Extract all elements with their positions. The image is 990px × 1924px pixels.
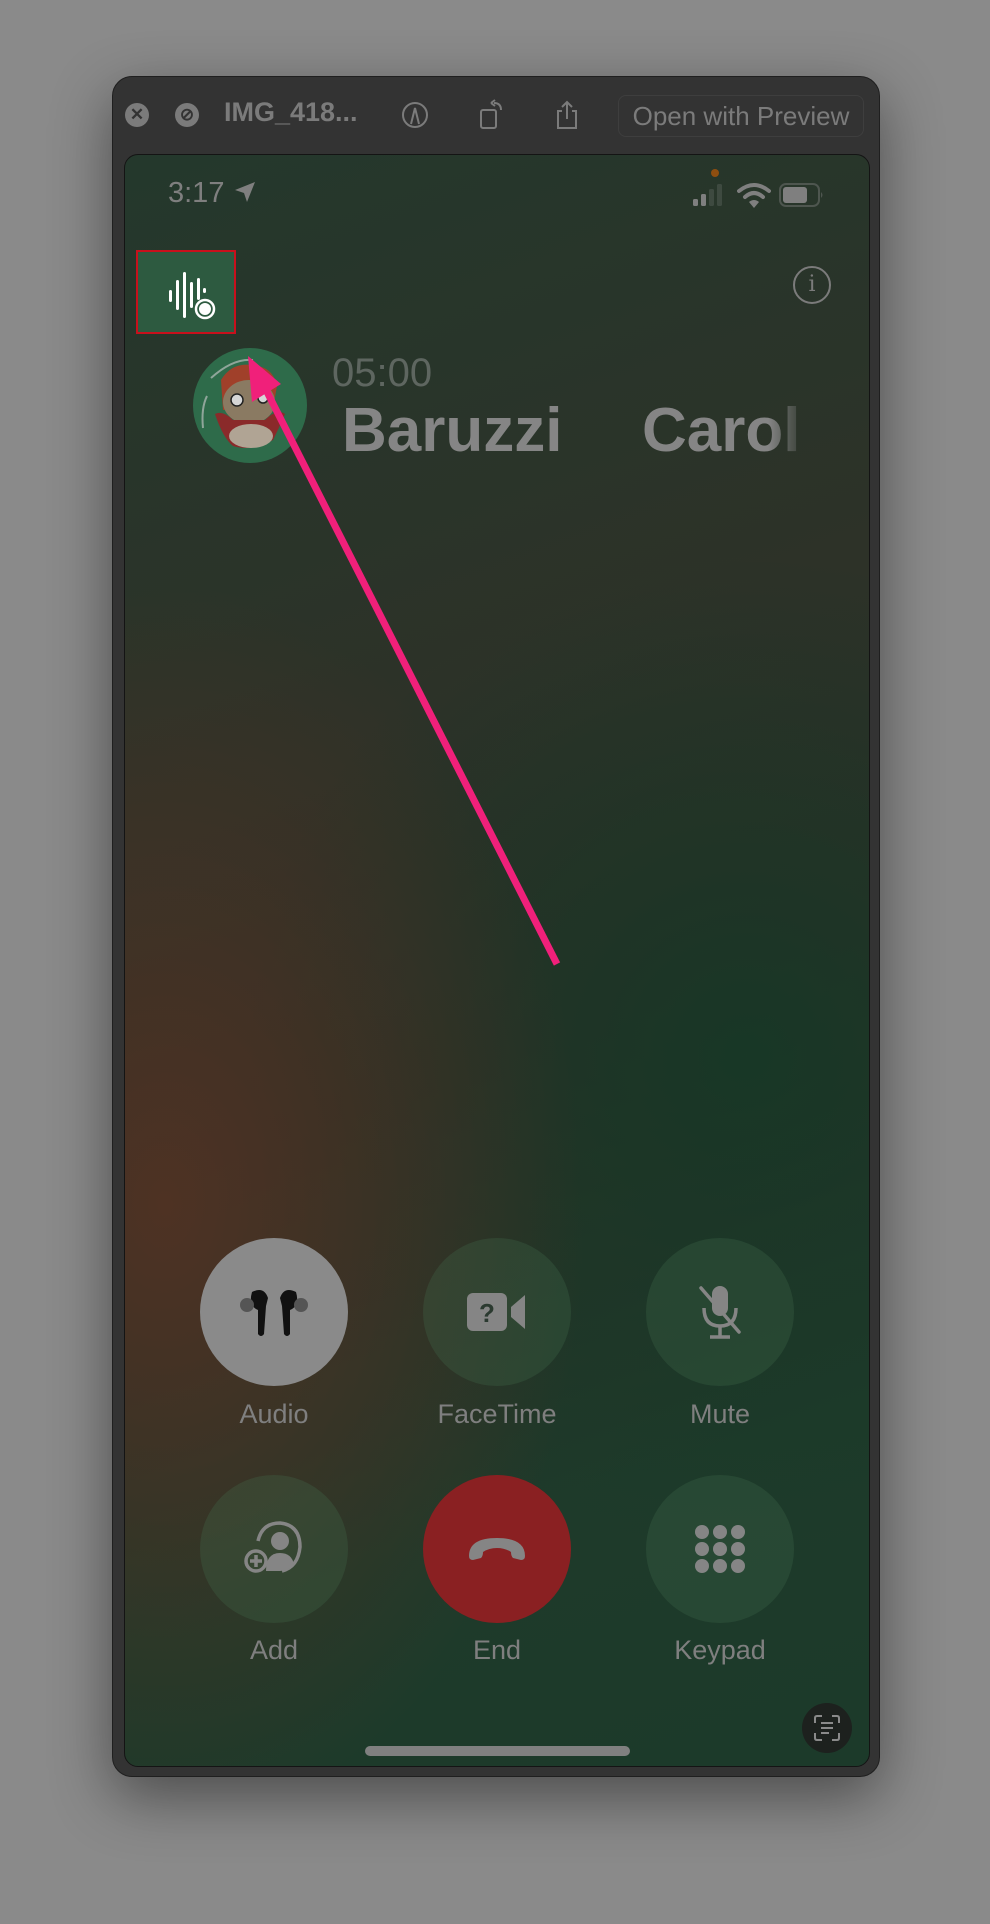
live-text-icon: [814, 1715, 840, 1741]
airpods-icon: [240, 1290, 308, 1336]
live-text-button[interactable]: [802, 1703, 852, 1753]
contact-avatar: [193, 348, 307, 463]
hide-button[interactable]: ⊘: [175, 103, 199, 127]
facetime-label: FaceTime: [437, 1399, 557, 1429]
keypad-icon: [695, 1525, 745, 1573]
wifi-icon: [737, 183, 771, 208]
quicklook-window: ✕ ⊘ IMG_418... Open with Preview 3:17 i …: [112, 76, 880, 1777]
call-duration: 05:00: [332, 351, 433, 395]
battery-icon: [779, 183, 823, 207]
phone-screenshot: 3:17 i 05:00 Baruzzi Carol Audio ? FaceT…: [124, 154, 870, 1767]
mute-label: Mute: [689, 1399, 751, 1429]
person-add-icon: [244, 1521, 302, 1573]
add-call-button[interactable]: [200, 1475, 348, 1623]
avatar-image: [201, 358, 285, 448]
title-bar: ✕ ⊘ IMG_418... Open with Preview: [113, 77, 879, 153]
mute-button[interactable]: [646, 1238, 794, 1386]
share-icon[interactable]: [551, 99, 583, 131]
mic-slash-icon: [699, 1286, 741, 1339]
facetime-button[interactable]: ?: [423, 1238, 571, 1386]
location-arrow-icon: [234, 182, 255, 202]
phone-down-icon: [469, 1538, 525, 1560]
end-label: End: [472, 1635, 522, 1665]
window-title: IMG_418...: [224, 97, 358, 127]
open-with-preview-button[interactable]: Open with Preview: [618, 95, 864, 137]
home-indicator[interactable]: [365, 1746, 630, 1756]
hide-icon: ⊘: [179, 105, 195, 124]
add-label: Add: [249, 1635, 299, 1665]
info-icon: i: [808, 272, 816, 297]
keypad-button[interactable]: [646, 1475, 794, 1623]
rotate-icon[interactable]: [475, 99, 507, 131]
keypad-label: Keypad: [674, 1635, 766, 1665]
contact-name-last: Carol: [642, 396, 801, 465]
svg-text:?: ?: [479, 1298, 495, 1328]
markup-icon[interactable]: [399, 99, 431, 131]
end-call-button[interactable]: [423, 1475, 571, 1623]
close-button[interactable]: ✕: [125, 103, 149, 127]
close-icon: ✕: [129, 105, 145, 124]
audio-button[interactable]: [200, 1238, 348, 1386]
audio-label: Audio: [239, 1399, 309, 1429]
privacy-indicator-dot: [711, 169, 719, 177]
info-button[interactable]: i: [793, 266, 831, 304]
cellular-signal-icon: [693, 184, 722, 206]
video-question-icon: ?: [467, 1293, 525, 1331]
status-time: 3:17: [168, 177, 257, 210]
call-recording-button[interactable]: [136, 250, 236, 334]
waveform-record-icon: [169, 272, 216, 320]
contact-name-first: Baruzzi: [342, 396, 563, 465]
